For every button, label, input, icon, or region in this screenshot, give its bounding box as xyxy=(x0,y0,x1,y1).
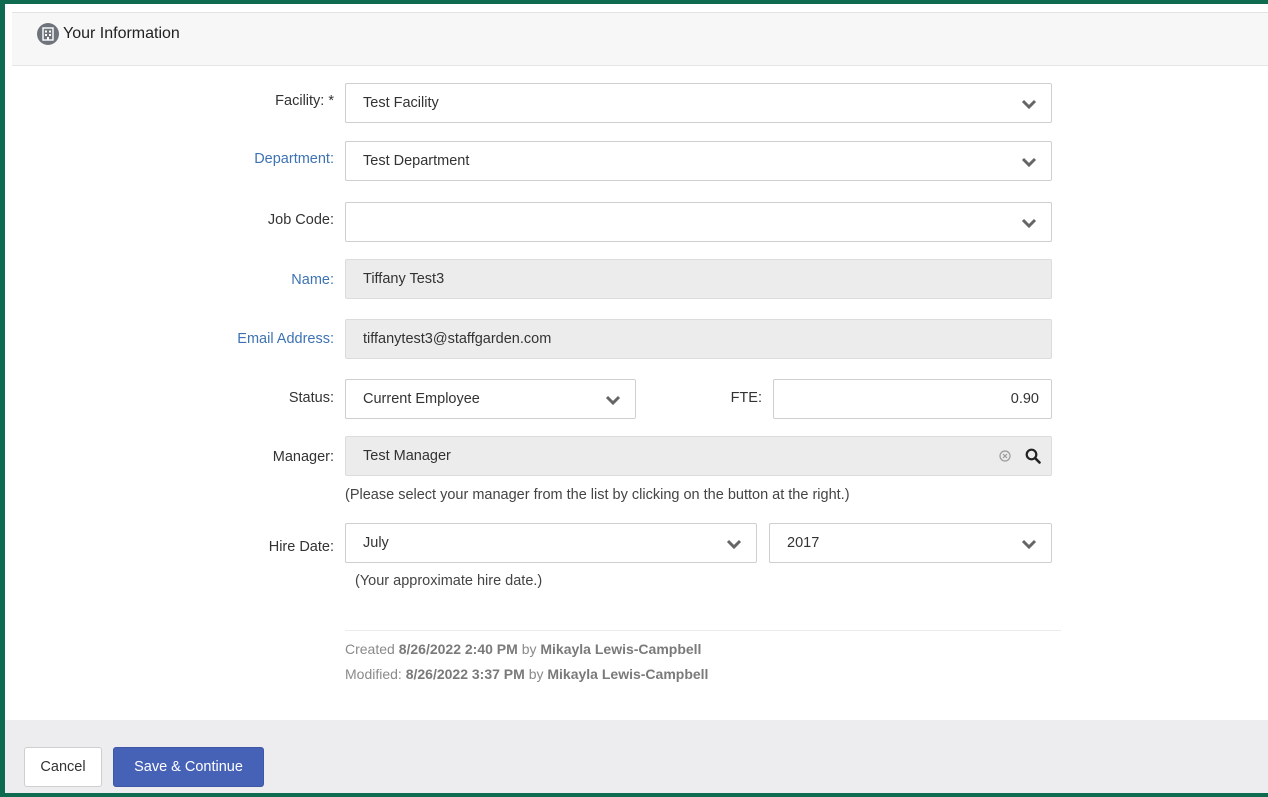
name-field: Tiffany Test3 xyxy=(345,259,1052,299)
created-by: Mikayla Lewis-Campbell xyxy=(540,641,702,657)
panel-header: Your Information xyxy=(12,13,1268,66)
fte-label: FTE: xyxy=(730,390,762,406)
save-continue-button[interactable]: Save & Continue xyxy=(113,747,264,787)
job-code-select[interactable] xyxy=(345,202,1052,242)
modified-prefix: Modified: xyxy=(345,666,402,682)
chevron-down-icon xyxy=(1021,99,1037,110)
name-value: Tiffany Test3 xyxy=(363,271,445,287)
meta-divider xyxy=(345,630,1061,631)
created-by-word: by xyxy=(521,641,537,657)
modified-by-word: by xyxy=(528,666,544,682)
hire-year-select[interactable]: 2017 xyxy=(769,523,1052,563)
chevron-down-icon xyxy=(1021,157,1037,168)
department-value: Test Department xyxy=(363,153,470,169)
manager-hint: (Please select your manager from the lis… xyxy=(345,487,850,503)
facility-value: Test Facility xyxy=(363,95,439,111)
fte-value: 0.90 xyxy=(1010,391,1039,407)
chevron-down-icon xyxy=(1021,539,1037,550)
created-date: 8/26/2022 2:40 PM xyxy=(398,641,518,657)
created-info: Created 8/26/2022 2:40 PM by Mikayla Lew… xyxy=(345,641,701,657)
modified-by: Mikayla Lewis-Campbell xyxy=(547,666,709,682)
page-title: Your Information xyxy=(63,25,180,42)
modified-date: 8/26/2022 3:37 PM xyxy=(405,666,525,682)
fte-input[interactable]: 0.90 xyxy=(773,379,1052,419)
department-label: Department: xyxy=(254,151,334,167)
chevron-down-icon xyxy=(1021,218,1037,229)
email-field: tiffanytest3@staffgarden.com xyxy=(345,319,1052,359)
chevron-down-icon xyxy=(726,539,742,550)
hire-year-value: 2017 xyxy=(787,535,820,551)
facility-label: Facility: * xyxy=(275,93,334,109)
status-label: Status: xyxy=(288,390,334,406)
manager-value: Test Manager xyxy=(363,448,451,464)
modified-info: Modified: 8/26/2022 3:37 PM by Mikayla L… xyxy=(345,666,708,682)
department-select[interactable]: Test Department xyxy=(345,141,1052,181)
job-code-label: Job Code: xyxy=(267,212,334,228)
cancel-button[interactable]: Cancel xyxy=(24,747,102,787)
manager-field: Test Manager xyxy=(345,436,1052,476)
hire-month-value: July xyxy=(363,535,389,551)
name-label: Name: xyxy=(291,272,334,288)
manager-label: Manager: xyxy=(272,449,334,465)
created-prefix: Created xyxy=(345,641,395,657)
information-panel: Your Information Facility: * Test Facili… xyxy=(12,12,1268,720)
hire-date-label: Hire Date: xyxy=(268,539,334,555)
email-label: Email Address: xyxy=(237,331,334,347)
hire-month-select[interactable]: July xyxy=(345,523,757,563)
email-value: tiffanytest3@staffgarden.com xyxy=(363,331,552,347)
facility-select[interactable]: Test Facility xyxy=(345,83,1052,123)
building-icon xyxy=(37,23,59,45)
status-value: Current Employee xyxy=(363,391,480,407)
hire-date-hint: (Your approximate hire date.) xyxy=(355,573,543,589)
search-icon[interactable] xyxy=(1025,448,1041,464)
clear-icon[interactable] xyxy=(999,450,1011,462)
action-footer: Cancel Save & Continue xyxy=(5,720,1268,793)
